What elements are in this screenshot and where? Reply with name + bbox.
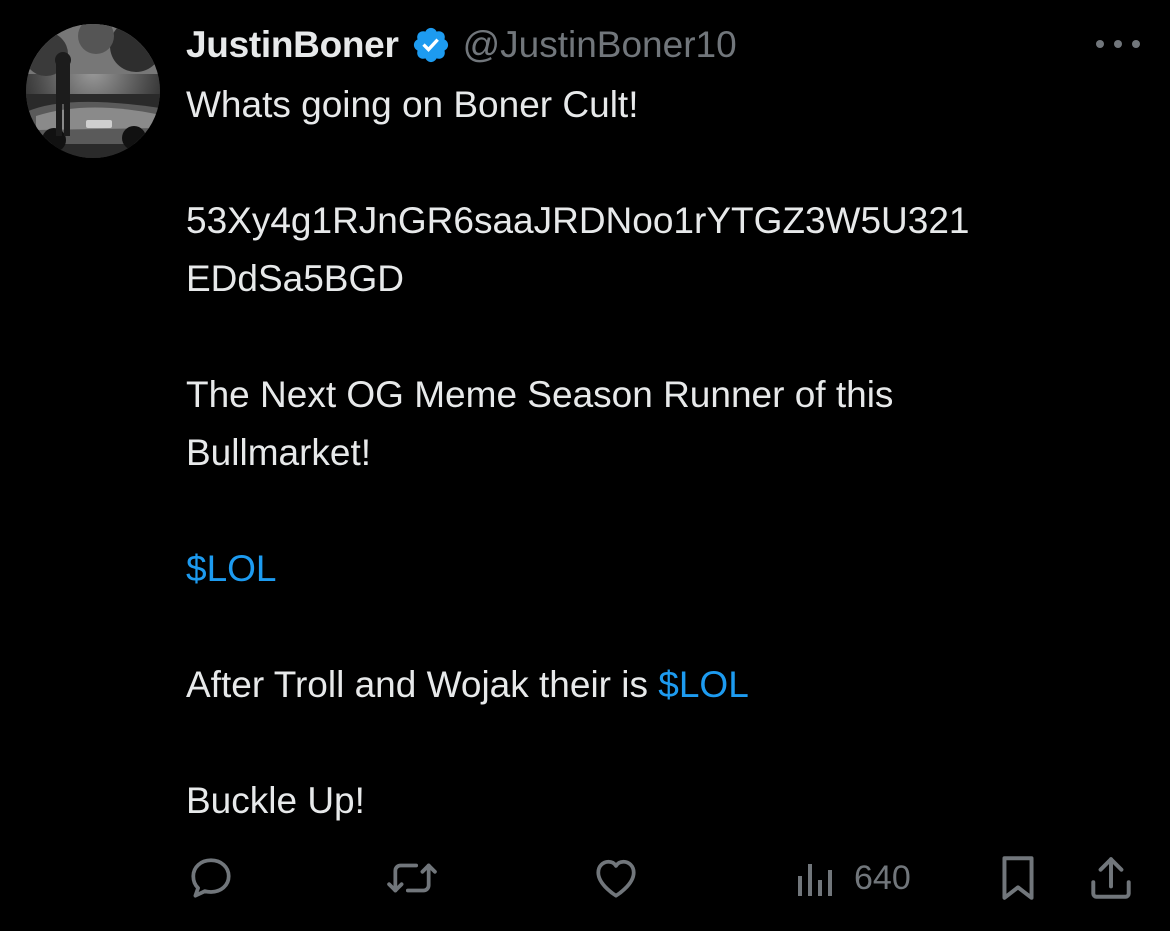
tweet-card: JustinBoner @JustinBoner10 Whats going o… — [0, 0, 1170, 931]
more-dot — [1114, 40, 1122, 48]
tweet-header: JustinBoner @JustinBoner10 — [186, 20, 737, 70]
views-button[interactable]: 640 — [796, 846, 911, 910]
heart-icon — [596, 859, 636, 898]
avatar-photo — [26, 24, 160, 158]
tweet-action-bar: 640 — [0, 846, 1170, 910]
views-count: 640 — [854, 858, 911, 897]
bookmark-button[interactable] — [996, 846, 1040, 910]
tweet-text: Whats going on Boner Cult! 53Xy4g1RJnGR6… — [186, 76, 1146, 830]
author-display-name[interactable]: JustinBoner — [186, 24, 399, 66]
tweet-line-closing: Buckle Up! — [186, 780, 365, 821]
verified-badge-icon[interactable] — [411, 25, 451, 65]
reply-icon — [191, 858, 231, 898]
cashtag-link[interactable]: $LOL — [186, 548, 277, 589]
tweet-line-after-text: After Troll and Wojak their is — [186, 664, 659, 705]
tweet-line-pitch-2: Bullmarket! — [186, 432, 372, 473]
tweet-line-cashtag: $LOL — [186, 540, 1146, 598]
share-icon — [1091, 857, 1131, 899]
like-button[interactable] — [590, 846, 642, 910]
more-dot — [1096, 40, 1104, 48]
tweet-line-pitch-1: The Next OG Meme Season Runner of this — [186, 374, 894, 415]
tweet-line-after: After Troll and Wojak their is $LOL — [186, 656, 1146, 714]
author-avatar[interactable] — [26, 24, 160, 158]
retweet-icon — [387, 863, 437, 893]
views-bar-chart-icon — [798, 864, 832, 896]
bookmark-icon — [1002, 856, 1034, 900]
tweet-line-contract-address-1: 53Xy4g1RJnGR6saaJRDNoo1rYTGZ3W5U321 — [186, 200, 970, 241]
retweet-button[interactable] — [384, 846, 440, 910]
author-handle[interactable]: @JustinBoner10 — [463, 24, 737, 66]
tweet-line-contract-address-2: EDdSa5BGD — [186, 258, 404, 299]
more-options-icon[interactable] — [1096, 36, 1140, 52]
more-dot — [1132, 40, 1140, 48]
cashtag-link[interactable]: $LOL — [658, 664, 749, 705]
tweet-line-greeting: Whats going on Boner Cult! — [186, 84, 639, 125]
share-button[interactable] — [1088, 846, 1134, 910]
reply-button[interactable] — [186, 846, 236, 910]
